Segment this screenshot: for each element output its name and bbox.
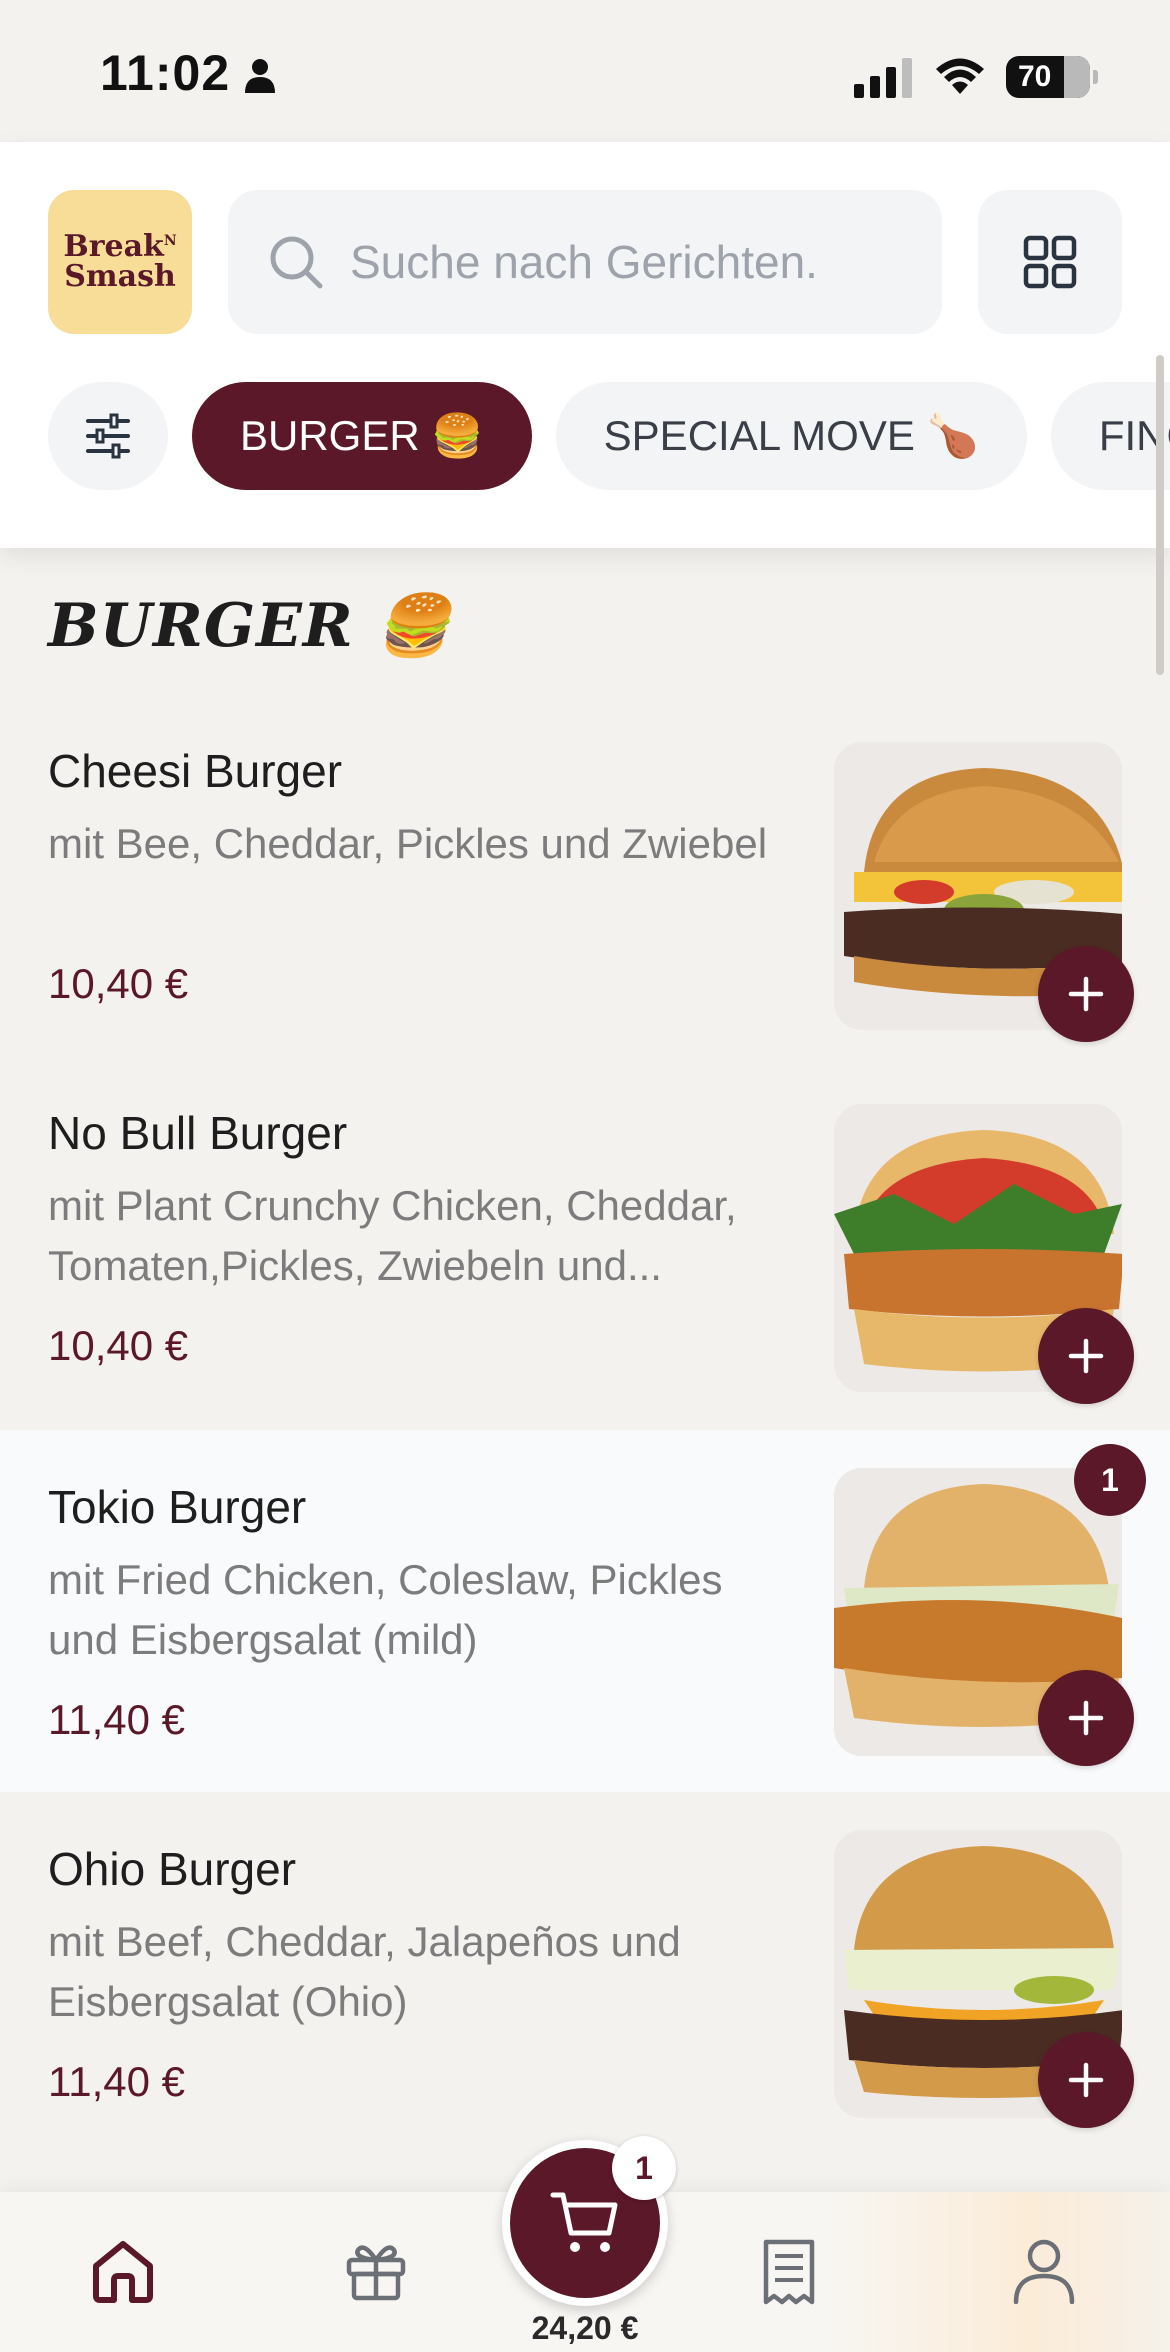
cart-count-badge: 1 (612, 2136, 676, 2200)
item-name: Cheesi Burger (48, 745, 343, 797)
status-time: 11:02 (100, 45, 231, 101)
chip-finger-food[interactable]: FINGER FOOD (1050, 382, 1170, 490)
item-price: 11,40 € (48, 2058, 186, 2105)
brand-logo[interactable]: BreakN Smash (48, 190, 192, 334)
grid-view-button[interactable] (978, 190, 1122, 334)
cart-total: 24,20 € (531, 2310, 639, 2346)
add-to-cart-button[interactable] (1038, 1670, 1134, 1766)
item-description: mit Beef, Cheddar, Jalapeños und Eisberg… (48, 1918, 681, 2025)
item-description: mit Fried Chicken, Coleslaw, Pickles und… (48, 1556, 723, 1663)
list-item[interactable]: Cheesi Burger mit Bee, Cheddar, Pickles … (0, 694, 1170, 1056)
search-icon (270, 236, 323, 289)
list-item[interactable]: No Bull Burger mit Plant Crunchy Chicken… (0, 1056, 1170, 1418)
cart-icon (550, 2192, 618, 2252)
item-price: 10,40 € (48, 1322, 189, 1369)
category-chips: BURGER 🍔 SPECIAL MOVE 🍗 FINGER FOOD (48, 382, 1170, 490)
chip-special-move[interactable]: SPECIAL MOVE 🍗 (555, 382, 1027, 490)
list-item[interactable]: Ohio Burger mit Beef, Cheddar, Jalapeños… (0, 1792, 1170, 2154)
item-description: mit Plant Crunchy Chicken, Cheddar, Toma… (48, 1182, 737, 1289)
search-input[interactable]: Suche nach Gerichten. (228, 190, 942, 334)
receipt-icon (763, 2239, 815, 2305)
item-name: No Bull Burger (48, 1107, 348, 1159)
item-description: mit Bee, Cheddar, Pickles und Zwiebel (48, 820, 768, 867)
nav-home[interactable] (90, 2238, 156, 2309)
add-to-cart-button[interactable] (1038, 946, 1134, 1042)
logo-line2: Smash (64, 259, 176, 294)
battery-icon: 70 (1006, 56, 1098, 98)
item-quantity-badge: 1 (1074, 1444, 1146, 1516)
status-bar: 11:02 70 (0, 0, 1170, 142)
battery-level: 70 (1018, 60, 1052, 93)
gift-icon (346, 2245, 406, 2301)
plus-icon (1068, 976, 1104, 1012)
section-title: BURGER 🍔 (48, 591, 452, 661)
grid-icon (1023, 235, 1077, 289)
nav-orders[interactable] (760, 2238, 818, 2311)
home-icon (93, 2241, 153, 2303)
scrollbar[interactable] (1156, 355, 1164, 675)
item-price: 11,40 € (48, 1696, 186, 1743)
person-icon (245, 59, 275, 93)
header: BreakN Smash Suche nach Gerichten. BURGE… (0, 142, 1170, 548)
add-to-cart-button[interactable] (1038, 1308, 1134, 1404)
item-price: 10,40 € (48, 960, 189, 1007)
cellular-signal-icon (854, 58, 912, 98)
plus-icon (1068, 2062, 1104, 2098)
list-item[interactable]: Tokio Burger mit Fried Chicken, Coleslaw… (0, 1430, 1170, 1792)
sliders-icon (86, 413, 130, 459)
search-placeholder: Suche nach Gerichten. (350, 236, 818, 288)
nav-profile[interactable] (1012, 2238, 1076, 2309)
wifi-icon (936, 58, 984, 94)
plus-icon (1068, 1700, 1104, 1736)
item-name: Ohio Burger (48, 1843, 297, 1895)
nav-rewards[interactable] (344, 2238, 408, 2307)
user-icon (1013, 2239, 1075, 2305)
item-name: Tokio Burger (48, 1481, 307, 1533)
filter-button[interactable] (48, 382, 168, 490)
chip-burger[interactable]: BURGER 🍔 (192, 382, 532, 490)
plus-icon (1068, 1338, 1104, 1374)
add-to-cart-button[interactable] (1038, 2032, 1134, 2128)
logo-superscript: N (163, 233, 177, 249)
